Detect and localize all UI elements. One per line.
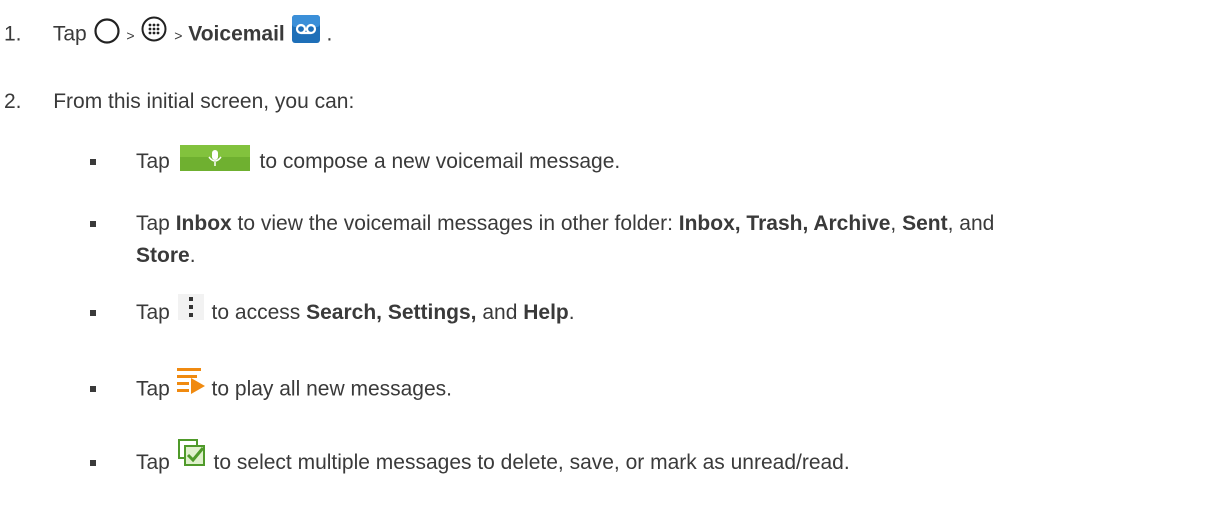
select-multiple-icon: [177, 439, 206, 467]
bullet-inbox-cont: Store.: [136, 242, 196, 270]
tap-text: Tap: [136, 212, 170, 235]
period: .: [568, 301, 575, 324]
menu-dots-icon: [177, 294, 204, 321]
bullet-text: to select multiple messages to delete, s…: [213, 451, 850, 474]
play-all-icon: [176, 365, 206, 395]
voicemail-label: Voicemail: [188, 22, 285, 46]
compose-mic-button: [179, 145, 250, 172]
bullet-text: to access: [211, 301, 301, 324]
and-text: , and: [947, 212, 995, 235]
period: .: [326, 22, 333, 46]
apps-grid-icon: [140, 15, 168, 43]
store-label: Store: [136, 244, 190, 267]
home-circle-icon: [93, 17, 121, 45]
bullet-play-all: Tap to play all new messages.: [136, 368, 453, 405]
voicemail-app-icon: [291, 14, 321, 44]
period: .: [189, 244, 196, 267]
step-2: 2. From this initial screen, you can:: [4, 88, 354, 116]
bullet-inbox: Tap Inbox to view the voicemail messages…: [136, 210, 994, 238]
step-number: 1.: [4, 22, 22, 46]
tap-text: Tap: [136, 150, 170, 173]
inbox-label: Inbox: [175, 212, 232, 235]
bullet-marker: [90, 460, 96, 466]
and-text: and: [482, 301, 518, 324]
separator: >: [174, 27, 183, 44]
comma: ,: [890, 212, 897, 235]
step-1: 1. Tap > > Voicemail .: [4, 15, 333, 50]
separator: >: [126, 27, 135, 44]
bullet-compose: Tap to compose a new voicemail message.: [136, 145, 621, 176]
tap-text: Tap: [136, 377, 170, 401]
bullet-marker: [90, 159, 96, 165]
folders-label: Inbox, Trash, Archive: [678, 212, 891, 235]
tap-text: Tap: [52, 22, 87, 46]
options-label: Search, Settings,: [306, 301, 477, 324]
tap-text: Tap: [136, 301, 170, 324]
bullet-select: Tap to select multiple messages to delet…: [136, 439, 850, 477]
bullet-text: to compose a new voicemail message.: [259, 150, 621, 173]
bullet-marker: [90, 386, 96, 392]
bullet-menu: Tap to access Search, Settings, and Help…: [136, 294, 575, 327]
bullet-marker: [90, 310, 96, 316]
step-number: 2.: [4, 90, 22, 113]
tap-text: Tap: [136, 451, 170, 474]
bullet-marker: [90, 221, 96, 227]
step-text: From this initial screen, you can:: [53, 90, 355, 113]
help-label: Help: [523, 301, 569, 324]
bullet-text: to view the voicemail messages in other …: [237, 212, 673, 235]
bullet-text: to play all new messages.: [211, 377, 453, 401]
sent-label: Sent: [902, 212, 948, 235]
